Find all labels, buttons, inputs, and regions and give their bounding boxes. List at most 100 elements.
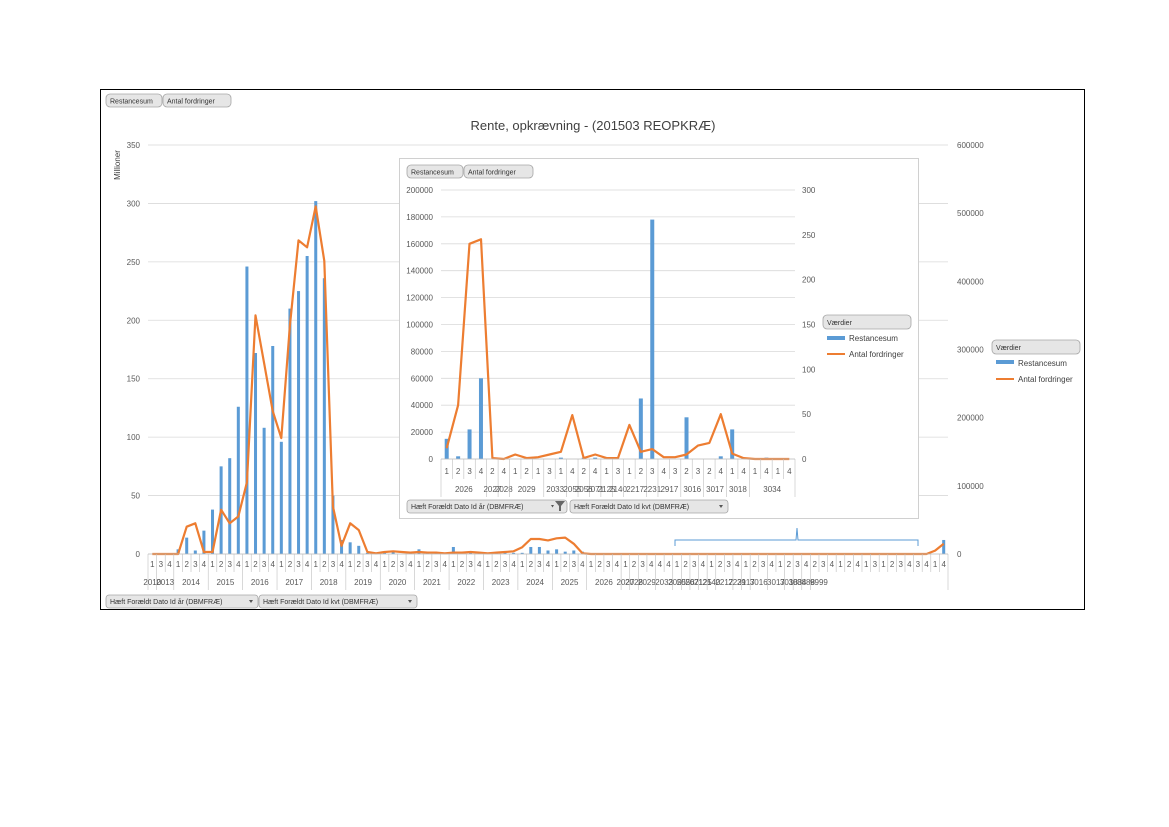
m-bar-restancesum [546,550,550,554]
m-quarter-label: 3 [503,560,508,569]
m-y2-tick-label: 200000 [957,414,984,423]
i-quarter-label: 1 [536,467,541,476]
m-quarter-label: 3 [296,560,301,569]
m-y-tick-label: 300 [127,199,141,208]
m-bar-restancesum [271,345,275,554]
m-year-label: 2025 [561,578,579,587]
m-quarter-label: 3 [572,560,577,569]
i-quarter-label: 2 [582,467,587,476]
main-legend-label-antal: Antal fordringer [1018,375,1073,384]
m-quarter-label: 3 [916,560,921,569]
m-bar-restancesum [279,441,283,554]
i-bar-restancesum [456,456,461,459]
i-y-tick-label: 160000 [406,240,433,249]
i-quarter-label: 3 [673,467,678,476]
i-y-tick-label: 180000 [406,213,433,222]
main-y-axis-label: Millioner [113,150,122,180]
i-quarter-label: 3 [616,467,621,476]
m-quarter-label: 4 [666,560,671,569]
m-quarter-label: 3 [795,560,800,569]
m-year-label: 2014 [182,578,200,587]
m-quarter-label: 4 [580,560,585,569]
m-quarter-label: 2 [632,560,637,569]
i-y-tick-label: 0 [429,455,434,464]
i-year-label: 2140 [609,485,627,494]
i-y-tick-label: 60000 [411,374,434,383]
inset-restancesum-button-label: Restancesum [411,170,454,177]
inset-antal-button-label: Antal fordringer [468,170,517,177]
m-quarter-label: 4 [511,560,516,569]
m-quarter-label: 2 [812,560,817,569]
m-year-label: 2023 [492,578,510,587]
m-quarter-label: 3 [365,560,370,569]
m-quarter-label: 3 [873,560,878,569]
i-quarter-label: 2 [639,467,644,476]
i-quarter-label: 1 [513,467,518,476]
m-quarter-label: 4 [271,560,276,569]
m-year-label: 9999 [810,578,828,587]
m-quarter-label: 4 [305,560,310,569]
m-quarter-label: 4 [907,560,912,569]
m-quarter-label: 3 [468,560,473,569]
m-quarter-label: 4 [546,560,551,569]
m-quarter-label: 2 [425,560,430,569]
i-year-label: 2029 [518,485,536,494]
m-y-tick-label: 100 [127,433,141,442]
m-quarter-label: 2 [253,560,258,569]
m-quarter-label: 2 [184,560,189,569]
m-quarter-label: 1 [623,560,628,569]
m-y2-tick-label: 0 [957,550,962,559]
i-quarter-label: 4 [741,467,746,476]
i-year-label: 2026 [455,485,473,494]
i-y2-tick-label: 150 [802,321,816,330]
m-quarter-label: 1 [838,560,843,569]
m-quarter-label: 2 [494,560,499,569]
m-quarter-label: 1 [150,560,155,569]
m-y2-tick-label: 600000 [957,141,984,150]
m-bar-restancesum [245,266,249,554]
inset-legend-title: Værdier [827,320,853,327]
i-quarter-label: 4 [570,467,575,476]
m-y-tick-label: 0 [136,550,141,559]
m-quarter-label: 2 [563,560,568,569]
m-quarter-label: 1 [933,560,938,569]
i-quarter-label: 1 [559,467,564,476]
m-quarter-label: 1 [520,560,525,569]
m-quarter-label: 2 [787,560,792,569]
m-quarter-label: 3 [692,560,697,569]
i-year-label: 3016 [683,485,701,494]
m-quarter-label: 4 [649,560,654,569]
m-quarter-label: 1 [675,560,680,569]
i-year-label: 3017 [706,485,724,494]
i-y-tick-label: 40000 [411,401,434,410]
m-year-label: 2016 [251,578,269,587]
m-bar-restancesum [185,537,189,554]
m-quarter-label: 1 [314,560,319,569]
i-quarter-label: 2 [490,467,495,476]
i-bar-restancesum [718,456,723,459]
m-year-label: 2018 [320,578,338,587]
i-quarter-label: 1 [776,467,781,476]
main-field-buttons: Hæft Forældt Dato Id år (DBMFRÆ) Hæft Fo… [105,594,418,609]
i-quarter-label: 1 [627,467,632,476]
m-y-tick-label: 200 [127,316,141,325]
m-quarter-label: 3 [331,560,336,569]
i-y-tick-label: 20000 [411,428,434,437]
i-year-label: 2231 [643,485,661,494]
i-y2-tick-label: 50 [802,410,811,419]
i-quarter-label: 2 [707,467,712,476]
i-quarter-label: 4 [719,467,724,476]
m-quarter-label: 2 [288,560,293,569]
i-quarter-label: 4 [479,467,484,476]
i-quarter-label: 1 [753,467,758,476]
m-bar-restancesum [529,546,533,554]
i-quarter-label: 3 [547,467,552,476]
m-bar-restancesum [348,542,352,554]
m-quarter-label: 4 [941,560,946,569]
main-legend-title: Værdier [996,345,1022,352]
i-year-label: 2028 [495,485,513,494]
m-quarter-label: 2 [460,560,465,569]
m-quarter-label: 3 [537,560,542,569]
main-field-year-label: Hæft Forældt Dato Id år (DBMFRÆ) [110,598,222,606]
m-quarter-label: 2 [752,560,757,569]
